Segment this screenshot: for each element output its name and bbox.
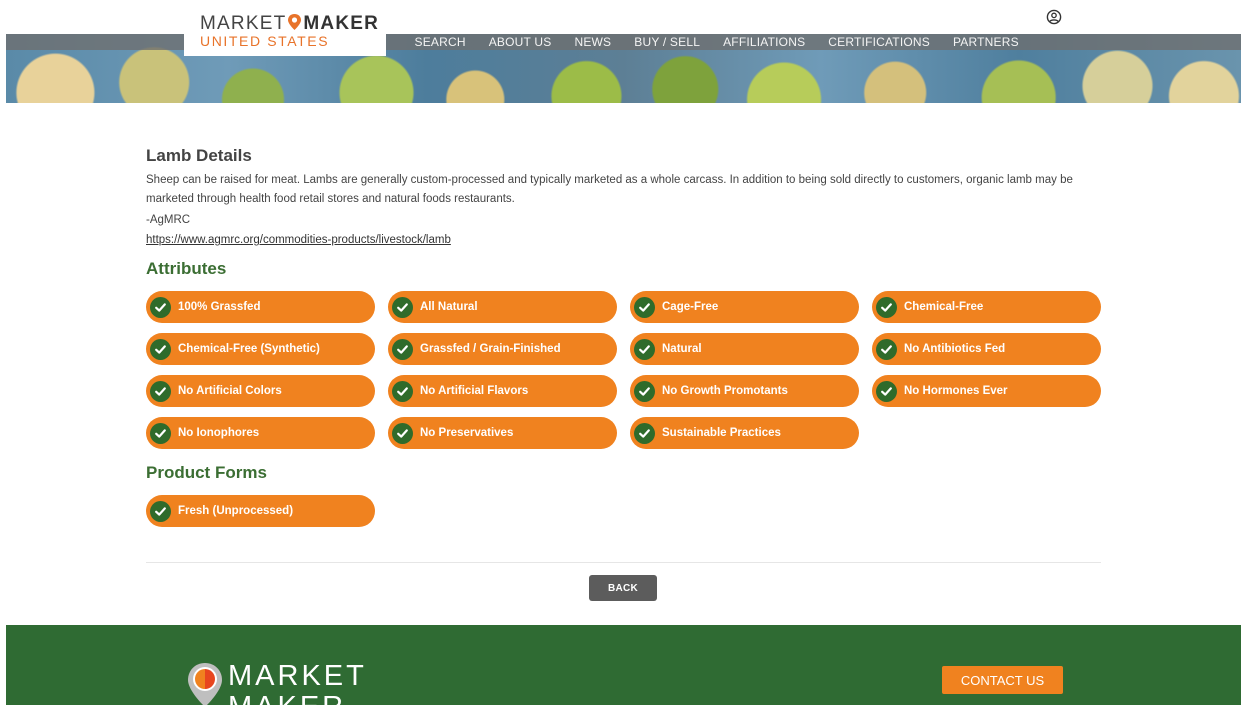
source-credit: -AgMRC (146, 214, 191, 226)
attribute-label: No Artificial Flavors (420, 385, 529, 397)
attribute-pill[interactable]: No Artificial Flavors (388, 375, 617, 407)
attribute-label: No Preservatives (420, 427, 514, 439)
checkmark-icon (155, 506, 166, 516)
check-circle-icon (150, 338, 171, 360)
nav-affiliations[interactable]: AFFILIATIONS (712, 35, 817, 49)
attribute-label: Natural (662, 343, 702, 355)
check-circle-icon (876, 296, 897, 318)
attribute-pill[interactable]: No Antibiotics Fed (872, 333, 1101, 365)
page-title: Lamb Details (146, 146, 252, 165)
check-circle-icon (634, 338, 655, 360)
attribute-pill[interactable]: No Growth Promotants (630, 375, 859, 407)
attribute-label: No Hormones Ever (904, 385, 1008, 397)
attribute-label: Cage-Free (662, 301, 719, 313)
attribute-pill[interactable]: No Artificial Colors (146, 375, 375, 407)
logo-united-states: UNITED STATES (200, 33, 330, 49)
check-circle-icon (392, 296, 413, 318)
check-circle-icon (392, 380, 413, 402)
site-logo[interactable]: MARKET MAKER UNITED STATES (184, 6, 386, 56)
attribute-pill[interactable]: Chemical-Free (Synthetic) (146, 333, 375, 365)
product-form-pill[interactable]: Fresh (Unprocessed) (146, 495, 375, 527)
attribute-pill[interactable]: Cage-Free (630, 291, 859, 323)
check-circle-icon (392, 338, 413, 360)
map-pin-icon (288, 14, 302, 30)
checkmark-icon (397, 428, 408, 438)
attribute-label: All Natural (420, 301, 478, 313)
attribute-pill[interactable]: Natural (630, 333, 859, 365)
attribute-pill[interactable]: Sustainable Practices (630, 417, 859, 449)
check-circle-icon (634, 422, 655, 444)
product-forms-list: Fresh (Unprocessed) (146, 495, 1101, 527)
attributes-heading: Attributes (146, 259, 227, 278)
attribute-label: No Ionophores (178, 427, 260, 439)
nav-news[interactable]: NEWS (563, 35, 623, 49)
nav-search[interactable]: SEARCH (403, 35, 477, 49)
main-nav: SEARCH ABOUT US NEWS BUY / SELL AFFILIAT… (403, 35, 1030, 49)
checkmark-icon (397, 302, 408, 312)
market-maker-logo-icon (188, 663, 222, 705)
attribute-label: No Artificial Colors (178, 385, 282, 397)
attributes-list: 100% Grassfed All Natural Cage-Free Chemica… (146, 291, 1101, 449)
checkmark-icon (639, 386, 650, 396)
attribute-label: Chemical-Free (904, 301, 984, 313)
checkmark-icon (155, 386, 166, 396)
attribute-pill[interactable]: No Ionophores (146, 417, 375, 449)
check-circle-icon (392, 422, 413, 444)
content-divider (146, 562, 1101, 563)
attribute-label: Grassfed / Grain-Finished (420, 343, 561, 355)
footer-logo-maker: MAKER (228, 691, 346, 705)
checkmark-icon (881, 302, 892, 312)
checkmark-icon (639, 344, 650, 354)
check-circle-icon (150, 422, 171, 444)
site-header: MARKET MAKER UNITED STATES SEARCH ABOUT U… (6, 0, 1241, 103)
checkmark-icon (639, 428, 650, 438)
checkmark-icon (881, 386, 892, 396)
nav-certifications[interactable]: CERTIFICATIONS (817, 35, 942, 49)
attribute-label: Sustainable Practices (662, 427, 781, 439)
attribute-pill[interactable]: Chemical-Free (872, 291, 1101, 323)
product-description: Sheep can be raised for meat. Lambs are … (146, 174, 1073, 205)
attribute-label: Chemical-Free (Synthetic) (178, 343, 320, 355)
attribute-pill[interactable]: No Hormones Ever (872, 375, 1101, 407)
product-forms-heading: Product Forms (146, 463, 267, 482)
check-circle-icon (634, 296, 655, 318)
checkmark-icon (881, 344, 892, 354)
contact-us-button[interactable]: CONTACT US (942, 666, 1063, 694)
attribute-label: 100% Grassfed (178, 301, 261, 313)
checkmark-icon (155, 428, 166, 438)
check-circle-icon (876, 338, 897, 360)
check-circle-icon (150, 500, 171, 522)
check-circle-icon (634, 380, 655, 402)
checkmark-icon (397, 386, 408, 396)
check-circle-icon (876, 380, 897, 402)
attribute-pill[interactable]: 100% Grassfed (146, 291, 375, 323)
check-circle-icon (150, 296, 171, 318)
user-circle-icon[interactable] (1046, 9, 1062, 25)
lamb-details-content: Lamb Details Sheep can be raised for mea… (146, 140, 1101, 527)
product-form-label: Fresh (Unprocessed) (178, 505, 294, 517)
nav-buy-sell[interactable]: BUY / SELL (623, 35, 712, 49)
nav-about-us[interactable]: ABOUT US (477, 35, 563, 49)
checkmark-icon (397, 344, 408, 354)
nav-partners[interactable]: PARTNERS (941, 35, 1030, 49)
attribute-pill[interactable]: All Natural (388, 291, 617, 323)
checkmark-icon (155, 302, 166, 312)
attribute-pill[interactable]: Grassfed / Grain-Finished (388, 333, 617, 365)
source-link[interactable]: https://www.agmrc.org/commodities-produc… (146, 234, 451, 246)
checkmark-icon (639, 302, 650, 312)
attribute-label: No Growth Promotants (662, 385, 788, 397)
attribute-label: No Antibiotics Fed (904, 343, 1006, 355)
site-footer: MARKET MAKER CONTACT US (6, 625, 1241, 705)
footer-logo-market: MARKET (228, 660, 367, 692)
logo-maker-text: MAKER (303, 13, 380, 34)
checkmark-icon (155, 344, 166, 354)
check-circle-icon (150, 380, 171, 402)
back-button[interactable]: BACK (589, 575, 657, 601)
attribute-pill[interactable]: No Preservatives (388, 417, 617, 449)
logo-market-text: MARKET (200, 13, 287, 34)
